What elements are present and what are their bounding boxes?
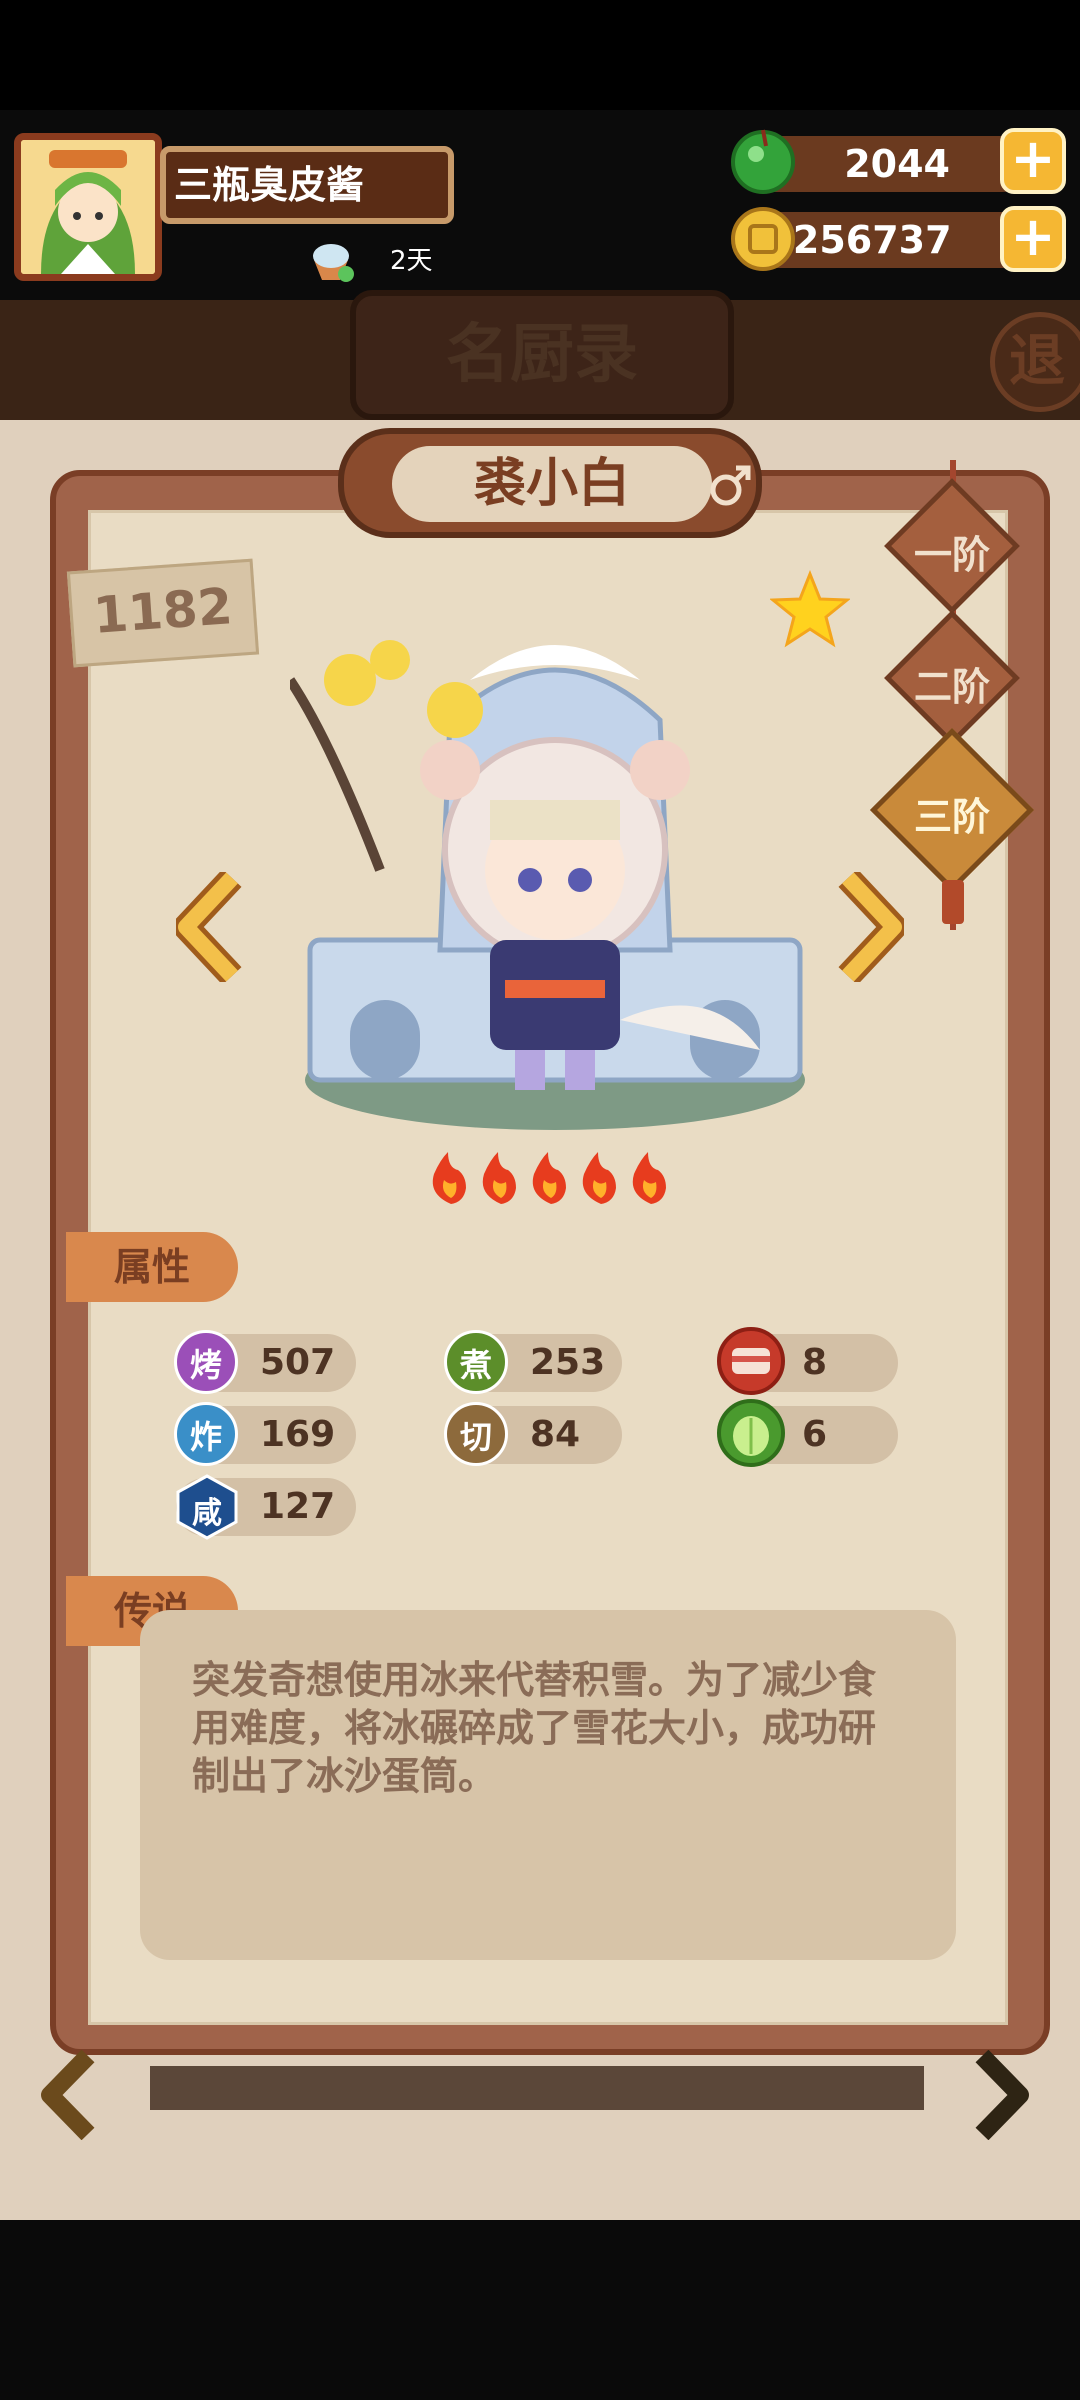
legend-text: 突发奇想使用冰来代替积雪。为了减少食用难度，将冰碾碎成了雪花大小，成功研制出了冰… bbox=[192, 1658, 877, 1798]
chef-number: 1182 bbox=[66, 558, 260, 668]
salty-icon-label: 咸 bbox=[192, 1496, 222, 1531]
bottom-right-arrow[interactable] bbox=[970, 2049, 1030, 2141]
ice-cream-status-icon[interactable] bbox=[306, 238, 356, 288]
footer-bg bbox=[0, 2220, 1080, 2400]
cut-icon: 切 bbox=[444, 1402, 508, 1466]
flame-rating bbox=[426, 1148, 676, 1206]
male-icon bbox=[706, 460, 756, 510]
flame-icon bbox=[482, 1152, 516, 1204]
roast-icon: 烤 bbox=[174, 1330, 238, 1394]
attributes-header: 属性 bbox=[66, 1232, 238, 1302]
board-title: 名厨录 bbox=[350, 290, 734, 420]
next-chef-arrow[interactable] bbox=[834, 869, 907, 985]
boil-icon: 煮 bbox=[444, 1330, 508, 1394]
flame-icon bbox=[532, 1152, 566, 1204]
coin-icon bbox=[728, 204, 798, 274]
tier-2-label: 二阶 bbox=[913, 665, 990, 709]
bottom-rail bbox=[150, 2066, 924, 2110]
add-gems-button[interactable]: + bbox=[1000, 128, 1066, 194]
bottom-left-arrow[interactable] bbox=[40, 2049, 100, 2141]
flame-icon bbox=[632, 1152, 666, 1204]
player-name: 三瓶臭皮酱 bbox=[160, 146, 454, 224]
bacon-icon bbox=[716, 1326, 786, 1396]
status-days: 2天 bbox=[390, 246, 433, 276]
player-avatar[interactable] bbox=[14, 133, 162, 281]
chef-name: 裘小白 bbox=[392, 446, 712, 522]
tier-1-label: 一阶 bbox=[913, 533, 990, 577]
cabbage-icon bbox=[716, 1398, 786, 1468]
chef-portrait bbox=[285, 620, 820, 1140]
add-coins-button[interactable]: + bbox=[1000, 206, 1066, 272]
exit-button[interactable]: 退 bbox=[990, 312, 1080, 412]
flame-icon bbox=[582, 1152, 616, 1204]
fry-icon: 炸 bbox=[174, 1402, 238, 1466]
tier-tassel bbox=[942, 880, 964, 924]
flame-icon bbox=[432, 1152, 466, 1204]
tier-3-label: 三阶 bbox=[913, 795, 990, 839]
gem-icon bbox=[728, 126, 798, 196]
previous-chef-arrow[interactable] bbox=[173, 869, 246, 985]
